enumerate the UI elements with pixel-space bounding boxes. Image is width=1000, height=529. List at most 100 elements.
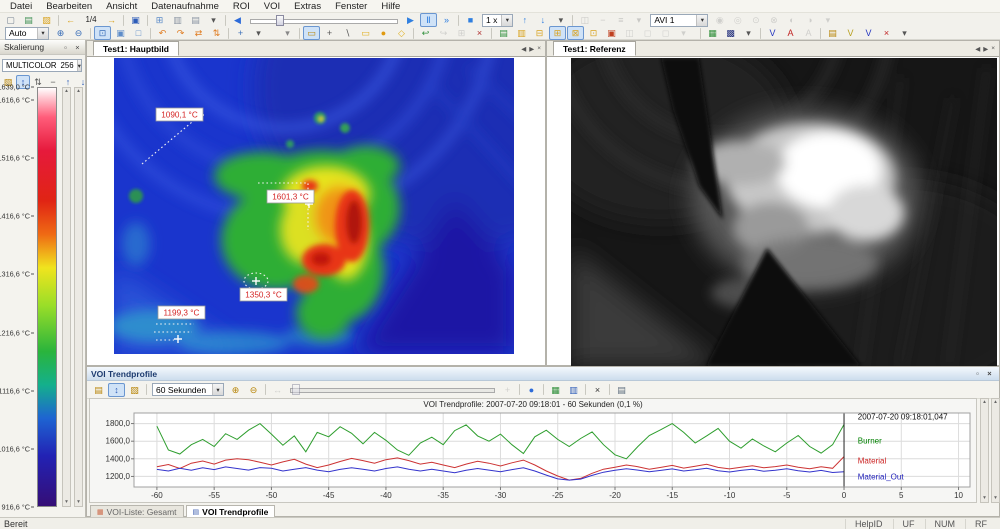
chevron-down-icon[interactable]: ▾ xyxy=(501,15,512,26)
trend-copy-icon[interactable]: ▤ xyxy=(90,383,107,397)
voi-profile-icon[interactable]: V xyxy=(842,26,859,40)
playback-dropdown-icon[interactable]: ▾ xyxy=(552,13,569,27)
record-dropdown-icon[interactable]: ▾ xyxy=(819,13,836,27)
tab-close-icon[interactable]: × xyxy=(991,45,995,53)
fit-window-icon[interactable]: ⊡ xyxy=(94,26,111,40)
roi-list-icon[interactable]: ▥ xyxy=(513,26,530,40)
flip-vertical-icon[interactable]: ⇅ xyxy=(208,26,225,40)
trend-chart[interactable]: -60-55-50-45-40-35-30-25-20-15-10-505101… xyxy=(90,411,974,503)
scale-max-scrollbar[interactable]: ▴ ▾ xyxy=(62,87,71,507)
trend-pan-icon[interactable]: ↔ xyxy=(269,383,286,397)
roi-import-icon[interactable]: ⊟ xyxy=(531,26,548,40)
stop-icon[interactable]: ■ xyxy=(462,13,479,27)
roi-delete-icon[interactable]: × xyxy=(471,26,488,40)
step-forward-icon[interactable]: ↓ xyxy=(534,13,551,27)
chevron-down-icon[interactable]: ▾ xyxy=(77,60,81,71)
step-back-icon[interactable]: ↑ xyxy=(516,13,533,27)
roi-undo-icon[interactable]: ↩ xyxy=(417,26,434,40)
menu-fenster[interactable]: Fenster xyxy=(328,1,374,12)
trend-y-scrollbar-2[interactable]: ▴ ▾ xyxy=(991,398,1000,503)
palette-combo[interactable]: MULTICOLOR 256 ▾ xyxy=(2,59,82,72)
voi-delete-icon[interactable]: × xyxy=(878,26,895,40)
close-icon[interactable]: × xyxy=(984,369,995,378)
thermal-image[interactable]: 1090,1 °C1601,3 °C1350,3 °C1199,3 °C xyxy=(114,58,514,354)
record-pause-icon[interactable]: ◎ xyxy=(729,13,746,27)
roi-ellipse-icon[interactable]: ● xyxy=(375,26,392,40)
trend-interval-combo[interactable]: 60 Sekunden ▾ xyxy=(152,383,224,396)
palette-dropdown-icon[interactable]: ▾ xyxy=(279,26,296,40)
voi-add-icon[interactable]: V xyxy=(764,26,781,40)
voi-list-icon[interactable]: ▤ xyxy=(824,26,841,40)
new-document-icon[interactable]: ▢ xyxy=(2,13,19,27)
open-image-icon[interactable]: ▤ xyxy=(20,13,37,27)
menu-ansicht[interactable]: Ansicht xyxy=(99,1,144,12)
export-image-icon[interactable]: ▥ xyxy=(169,13,186,27)
snapshot-icon[interactable]: ⊙ xyxy=(747,13,764,27)
slider-thumb[interactable] xyxy=(292,384,300,395)
record-icon[interactable]: ◉ xyxy=(711,13,728,27)
scroll-up-icon[interactable]: ▴ xyxy=(65,88,68,95)
roi-ungroup-icon[interactable]: ◻ xyxy=(639,26,656,40)
roi-table-icon[interactable]: ▤ xyxy=(495,26,512,40)
trend-export-excel-icon[interactable]: ▦ xyxy=(547,383,564,397)
statusbar-uf[interactable]: UF xyxy=(893,519,924,529)
rotate-right-icon[interactable]: ↷ xyxy=(172,26,189,40)
roi-copy-icon[interactable]: ⊞ xyxy=(453,26,470,40)
image-mode-dropdown-icon[interactable]: ▾ xyxy=(630,13,647,27)
scroll-down-icon[interactable]: ▾ xyxy=(77,499,80,506)
roi-select-icon[interactable]: ▭ xyxy=(303,26,320,40)
thermal-image-canvas[interactable]: 1090,1 °C1601,3 °C1350,3 °C1199,3 °C xyxy=(114,58,514,354)
roi-apply-icon[interactable]: ▣ xyxy=(603,26,620,40)
voi-area-icon[interactable]: A xyxy=(782,26,799,40)
trend-autoscale-icon[interactable]: ↕ xyxy=(108,383,125,397)
tab-scroll-left-icon[interactable]: ◀ xyxy=(521,45,526,53)
print-image-icon[interactable]: ▤ xyxy=(187,13,204,27)
avi-select-combo[interactable]: AVI 1 ▾ xyxy=(650,14,708,27)
snapshot-series-icon[interactable]: ⊗ xyxy=(765,13,782,27)
roi-point-icon[interactable]: + xyxy=(321,26,338,40)
reference-image[interactable] xyxy=(571,58,997,366)
fast-forward-icon[interactable]: » xyxy=(438,13,455,27)
tab-scroll-left-icon[interactable]: ◀ xyxy=(975,45,980,53)
chevron-down-icon[interactable]: ▾ xyxy=(37,28,48,39)
scroll-up-icon[interactable]: ▴ xyxy=(77,88,80,95)
flip-horizontal-icon[interactable]: ⇄ xyxy=(190,26,207,40)
roi-dropdown-icon[interactable]: ▾ xyxy=(675,26,692,40)
chevron-down-icon[interactable]: ▾ xyxy=(212,384,223,395)
tab-scroll-right-icon[interactable]: ▶ xyxy=(529,45,534,53)
tab-close-icon[interactable]: × xyxy=(537,45,541,53)
menu-bearbeiten[interactable]: Bearbeiten xyxy=(39,1,99,12)
freeze-image-icon[interactable]: − xyxy=(594,13,611,27)
export-dropdown-icon[interactable]: ▾ xyxy=(205,13,222,27)
zoom-in-icon[interactable]: ⊕ xyxy=(52,26,69,40)
tab-referenz[interactable]: Test1: Referenz xyxy=(553,41,636,56)
scroll-up-icon[interactable]: ▴ xyxy=(983,399,986,406)
statusbar-rf[interactable]: RF xyxy=(965,519,996,529)
trend-settings-icon[interactable]: ▧ xyxy=(126,383,143,397)
roi-group-icon[interactable]: ◫ xyxy=(621,26,638,40)
pin-icon[interactable]: ▫ xyxy=(972,369,983,378)
copy-image-icon[interactable]: ⊞ xyxy=(151,13,168,27)
sequence-icon[interactable]: ◐ xyxy=(783,13,800,27)
sequence-stop-icon[interactable]: ◑ xyxy=(801,13,818,27)
trend-zoom-in-icon[interactable]: ⊕ xyxy=(227,383,244,397)
trend-cursor-icon[interactable]: ● xyxy=(523,383,540,397)
roi-move-icon[interactable]: ⊡ xyxy=(585,26,602,40)
slider-thumb[interactable] xyxy=(276,15,284,26)
view-dropdown-icon[interactable]: ▾ xyxy=(250,26,267,40)
scale-min-scrollbar[interactable]: ▴ ▾ xyxy=(74,87,83,507)
trend-scroll-slider[interactable] xyxy=(290,384,495,395)
tab-hauptbild[interactable]: Test1: Hauptbild xyxy=(93,41,179,56)
difference-image-icon[interactable]: ≡ xyxy=(612,13,629,27)
voi-matrix-icon[interactable]: ▩ xyxy=(722,26,739,40)
voi-trend-icon[interactable]: V xyxy=(860,26,877,40)
trend-table-icon[interactable]: ▥ xyxy=(565,383,582,397)
speaker-icon[interactable]: ◀ xyxy=(229,13,246,27)
scroll-down-icon[interactable]: ▾ xyxy=(65,499,68,506)
roi-from-image-icon[interactable]: ⊠ xyxy=(567,26,584,40)
save-icon[interactable]: ▣ xyxy=(127,13,144,27)
pan-icon[interactable]: + xyxy=(232,26,249,40)
menu-datenaufnahme[interactable]: Datenaufnahme xyxy=(144,1,226,12)
trend-y-scrollbar-1[interactable]: ▴ ▾ xyxy=(980,398,989,503)
zoom-out-icon[interactable]: ⊖ xyxy=(70,26,87,40)
